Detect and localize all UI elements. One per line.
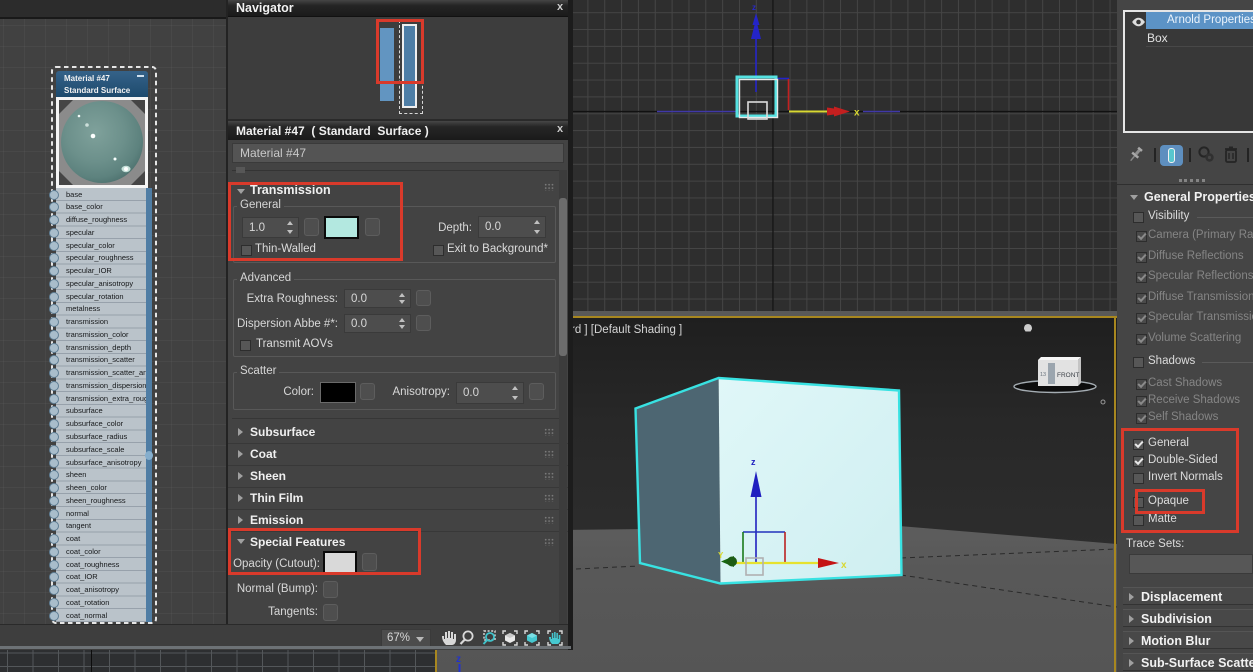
svg-text:Y: Y — [718, 551, 724, 560]
svg-text:z: z — [752, 3, 756, 12]
svg-text:13: 13 — [1040, 372, 1046, 378]
svg-text:x: x — [841, 560, 847, 571]
svg-text:z: z — [751, 457, 756, 467]
svg-text:x: x — [854, 108, 860, 119]
svg-text:z: z — [456, 654, 461, 665]
svg-text:FRONT: FRONT — [1057, 372, 1079, 379]
